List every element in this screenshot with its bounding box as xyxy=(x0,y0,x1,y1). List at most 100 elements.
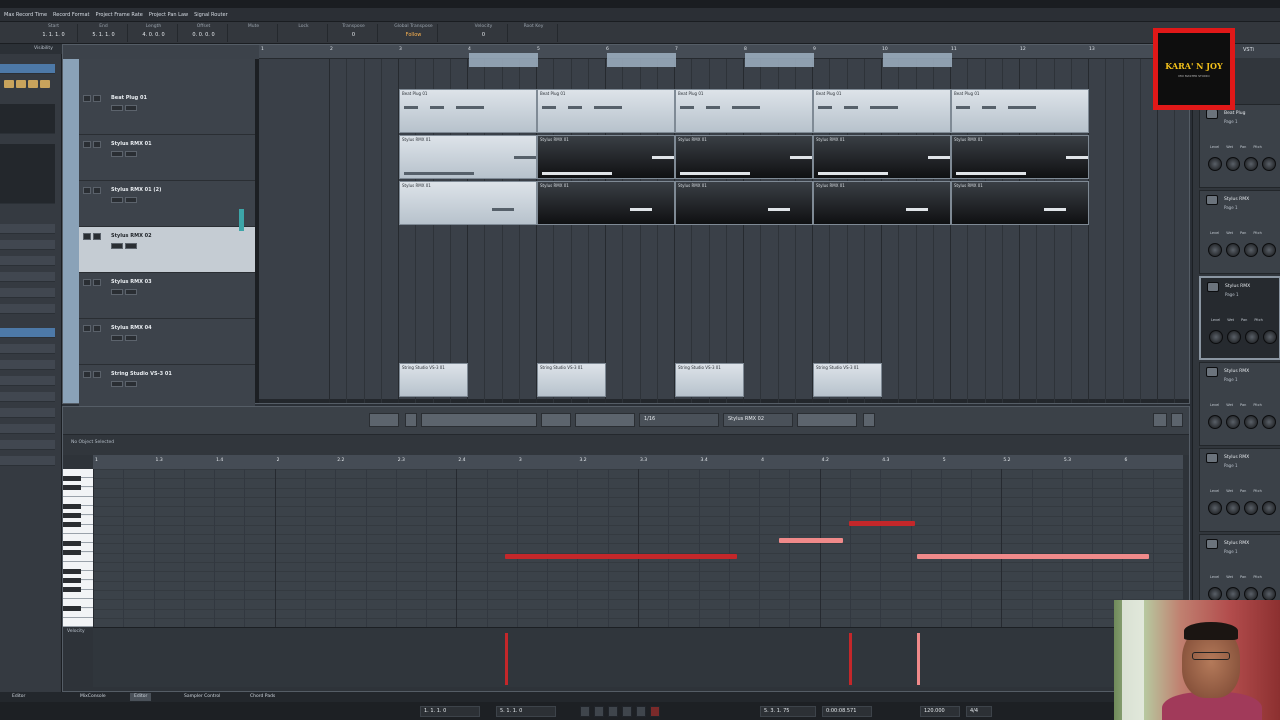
inspector-section-14[interactable] xyxy=(0,456,55,466)
tempo-display[interactable]: 120.000 xyxy=(920,706,960,717)
toolbar-tool-8[interactable] xyxy=(863,413,875,427)
info-cell-4[interactable]: Mute xyxy=(230,24,278,42)
write-icon[interactable] xyxy=(40,80,50,88)
parameter-knob[interactable] xyxy=(1208,415,1222,429)
cycle-marker[interactable] xyxy=(745,53,814,67)
midi-note[interactable] xyxy=(505,554,737,559)
parameter-knob[interactable] xyxy=(1262,501,1276,515)
read-button[interactable] xyxy=(111,335,123,341)
midi-part[interactable]: Stylus RMX 01 xyxy=(951,181,1089,225)
arrange-area[interactable]: 1234567891011121314151617 Beat Plug 01Be… xyxy=(259,45,1189,403)
read-button[interactable] xyxy=(111,105,123,111)
inspector-section-active[interactable] xyxy=(0,328,55,338)
piano-black-key[interactable] xyxy=(63,578,81,584)
mute-button[interactable] xyxy=(83,187,91,194)
write-button[interactable] xyxy=(125,243,137,249)
read-button[interactable] xyxy=(111,243,123,249)
info-value[interactable]: 0. 0. 0. 0 xyxy=(180,32,227,38)
toolbar-tool-1[interactable] xyxy=(405,413,417,427)
info-value[interactable]: 1. 1. 1. 0 xyxy=(30,32,77,38)
instrument-slot[interactable]: Stylus RMX Page 1 Level Wet Pan Pitch xyxy=(1199,190,1280,274)
inspector-section-3[interactable] xyxy=(0,256,55,266)
parameter-knob[interactable] xyxy=(1226,243,1240,257)
stop-icon[interactable] xyxy=(622,706,632,717)
midi-part[interactable]: Beat Plug 01 xyxy=(399,89,537,133)
piano-black-key[interactable] xyxy=(63,522,81,528)
right-locator[interactable]: 5. 1. 1. 0 xyxy=(496,706,556,717)
parameter-knob[interactable] xyxy=(1262,587,1276,601)
inspector-section-4[interactable] xyxy=(0,272,55,282)
inspector-section-6[interactable] xyxy=(0,304,55,314)
velocity-bar[interactable] xyxy=(917,633,920,685)
write-button[interactable] xyxy=(125,151,137,157)
read-button[interactable] xyxy=(111,197,123,203)
info-value[interactable]: 0 xyxy=(330,32,377,38)
inspector-tab-visibility[interactable]: Visibility xyxy=(31,44,62,54)
parameter-knob[interactable] xyxy=(1244,157,1258,171)
piano-black-key[interactable] xyxy=(63,587,81,593)
info-value[interactable]: 0 xyxy=(460,32,507,38)
solo-button[interactable] xyxy=(93,141,101,148)
mute-button[interactable] xyxy=(83,371,91,378)
write-button[interactable] xyxy=(125,335,137,341)
info-cell-2[interactable]: Length 4. 0. 0. 0 xyxy=(130,24,178,42)
midi-note[interactable] xyxy=(849,521,915,526)
inspector-volume[interactable] xyxy=(0,104,55,134)
toolbar-tool-3[interactable] xyxy=(541,413,571,427)
track-row[interactable]: Stylus RMX 01 (2) xyxy=(79,181,255,227)
info-cell-0[interactable]: Start 1. 1. 1. 0 xyxy=(30,24,78,42)
status-signal-router[interactable]: Signal Router xyxy=(194,12,228,18)
mute-button[interactable] xyxy=(83,141,91,148)
parameter-knob[interactable] xyxy=(1244,415,1258,429)
midi-part[interactable]: Beat Plug 01 xyxy=(537,89,675,133)
info-cell-1[interactable]: End 5. 1. 1. 0 xyxy=(80,24,128,42)
info-cell-5[interactable]: Lock xyxy=(280,24,328,42)
piano-keyboard[interactable] xyxy=(63,469,93,627)
quantize-select[interactable]: 1/16 xyxy=(639,413,719,427)
parameter-knob[interactable] xyxy=(1262,415,1276,429)
midi-part[interactable]: String Studio VS-3 01 xyxy=(399,363,468,397)
midi-part[interactable]: Beat Plug 01 xyxy=(951,89,1089,133)
position-display[interactable]: 5. 3. 1. 75 xyxy=(760,706,816,717)
track-row[interactable]: Stylus RMX 04 xyxy=(79,319,255,365)
solo-button[interactable] xyxy=(93,95,101,102)
info-value[interactable]: Follow xyxy=(390,32,437,38)
inspector-section-5[interactable] xyxy=(0,288,55,298)
info-value[interactable]: 4. 0. 0. 0 xyxy=(130,32,177,38)
left-locator[interactable]: 1. 1. 1. 0 xyxy=(420,706,480,717)
forward-icon[interactable] xyxy=(594,706,604,717)
parameter-knob[interactable] xyxy=(1262,157,1276,171)
info-cell-8[interactable]: Velocity 0 xyxy=(460,24,508,42)
parameter-knob[interactable] xyxy=(1208,243,1222,257)
piano-black-key[interactable] xyxy=(63,606,81,611)
lower-zone-tab[interactable]: Sampler Control xyxy=(180,693,224,701)
velocity-bar[interactable] xyxy=(505,633,508,685)
velocity-bar[interactable] xyxy=(849,633,852,685)
toolbar-tool-2[interactable] xyxy=(421,413,537,427)
info-cell-3[interactable]: Offset 0. 0. 0. 0 xyxy=(180,24,228,42)
record-icon[interactable] xyxy=(16,80,26,88)
instrument-slot[interactable]: Beat Plug Page 1 Level Wet Pan Pitch xyxy=(1199,104,1280,188)
read-icon[interactable] xyxy=(28,80,38,88)
mute-button[interactable] xyxy=(83,95,91,102)
inspector-track-header[interactable] xyxy=(0,64,55,74)
midi-part[interactable]: Stylus RMX 01 xyxy=(675,135,813,179)
inspector-routing[interactable] xyxy=(0,144,55,204)
solo-button[interactable] xyxy=(93,325,101,332)
midi-part[interactable]: String Studio VS-3 01 xyxy=(675,363,744,397)
info-cell-9[interactable]: Root Key xyxy=(510,24,558,42)
track-row[interactable]: Beat Plug 01 xyxy=(79,89,255,135)
parameter-knob[interactable] xyxy=(1244,587,1258,601)
inspector-section-8[interactable] xyxy=(0,360,55,370)
midi-part[interactable]: Stylus RMX 01 xyxy=(675,181,813,225)
info-value[interactable]: 5. 1. 1. 0 xyxy=(80,32,127,38)
piano-black-key[interactable] xyxy=(63,550,81,556)
editor-close-icon[interactable] xyxy=(1171,413,1183,427)
project-ruler[interactable]: 1234567891011121314151617 xyxy=(259,45,1189,59)
piano-black-key[interactable] xyxy=(63,485,81,491)
track-row[interactable]: Stylus RMX 02 xyxy=(79,227,255,273)
midi-part[interactable]: Beat Plug 01 xyxy=(813,89,951,133)
parameter-knob[interactable] xyxy=(1208,587,1222,601)
lower-zone-tab[interactable]: Editor xyxy=(8,693,29,701)
write-button[interactable] xyxy=(125,381,137,387)
